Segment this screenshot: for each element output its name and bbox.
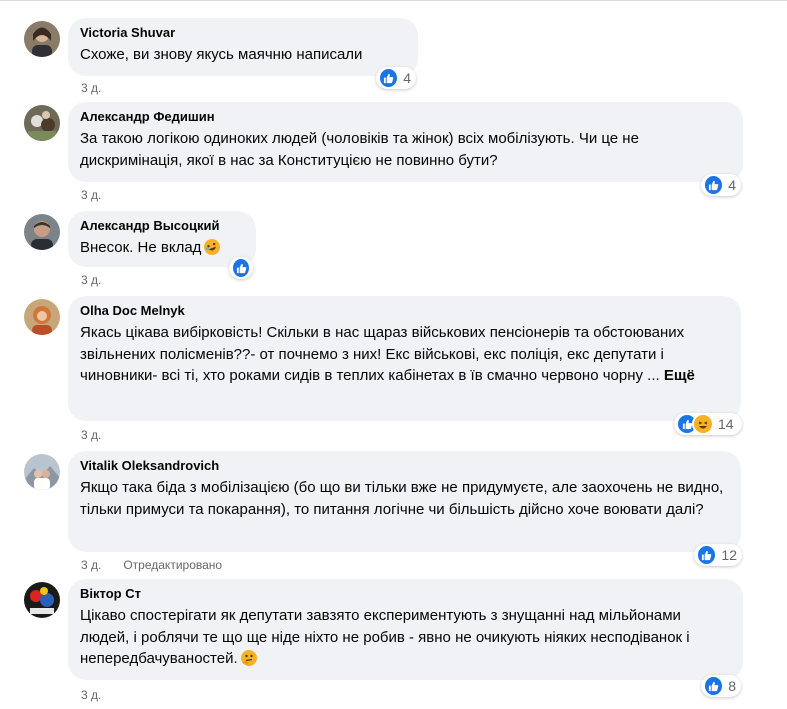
reaction-summary[interactable]: 4 (701, 174, 741, 196)
reaction-summary[interactable]: 4 (376, 67, 416, 89)
comment-author[interactable]: Olha Doc Melnyk (80, 303, 729, 319)
comment-text-content: Цікаво спостерігати як депутати завзято … (80, 607, 690, 667)
comment-time[interactable]: 3 д. (81, 688, 101, 702)
avatar[interactable] (24, 299, 60, 335)
comment-text-content: Внесок. Не вклад (80, 239, 202, 256)
comment-time[interactable]: 3 д. (81, 273, 101, 287)
comment-text: Цікаво спостерігати як депутати завзято … (80, 605, 731, 670)
comment-text-content: Якась цікава вибірковість! Скільки в нас… (80, 324, 685, 384)
comment-time[interactable]: 3 д. (81, 81, 101, 95)
reaction-count: 12 (721, 547, 737, 563)
comment-time[interactable]: 3 д. (81, 428, 101, 442)
comment-text: Якась цікава вибірковість! Скільки в нас… (80, 322, 729, 387)
reaction-summary[interactable]: 8 (701, 675, 741, 697)
like-icon (378, 67, 400, 89)
reaction-count: 14 (718, 416, 734, 432)
comment-bubble: Vitalik Oleksandrovich Якщо така біда з … (68, 451, 741, 552)
reaction-summary[interactable] (229, 257, 253, 279)
comment-meta: 3 д. (81, 428, 101, 442)
comment-text: Якщо така біда з мобілізацією (бо що ви … (80, 479, 724, 518)
avatar[interactable] (24, 105, 60, 141)
reaction-summary[interactable]: 12 (694, 544, 742, 566)
comment-meta: 3 д. (81, 273, 101, 287)
comment-meta: 3 д. Отредактировано (81, 558, 222, 572)
avatar[interactable] (24, 214, 60, 250)
comment-author[interactable]: Vitalik Oleksandrovich (80, 458, 729, 474)
reaction-count: 4 (728, 177, 736, 193)
comment-bubble: Александр Федишин За такою логікою одино… (68, 102, 743, 182)
comment-meta: 3 д. (81, 188, 101, 202)
like-icon (703, 675, 725, 697)
avatar[interactable] (24, 582, 60, 618)
comment-author[interactable]: Александр Федишин (80, 109, 731, 125)
like-icon (696, 544, 718, 566)
haha-icon (692, 413, 714, 435)
like-icon (703, 174, 725, 196)
edited-label[interactable]: Отредактировано (123, 558, 222, 572)
reaction-count: 4 (403, 70, 411, 86)
reaction-count: 8 (728, 678, 736, 694)
comment-author[interactable]: Александр Высоцкий (80, 218, 244, 234)
comment-text: За такою логікою одиноких людей (чоловік… (80, 130, 639, 169)
comment-bubble: Victoria Shuvar Схоже, ви знову якусь ма… (68, 18, 418, 76)
reaction-summary[interactable]: 14 (674, 413, 742, 435)
avatar[interactable] (24, 21, 60, 57)
thinking-emoji (240, 650, 257, 666)
comment-meta: 3 д. (81, 81, 101, 95)
comment-meta: 3 д. (81, 688, 101, 702)
like-icon (231, 257, 251, 279)
comment-author[interactable]: Victoria Shuvar (80, 25, 406, 41)
comment-bubble: Olha Doc Melnyk Якась цікава вибірковіст… (68, 296, 741, 421)
comment-bubble: Віктор Ст Цікаво спостерігати як депутат… (68, 579, 743, 680)
comment-author[interactable]: Віктор Ст (80, 586, 731, 602)
comment-text: Внесок. Не вклад (80, 236, 244, 259)
avatar[interactable] (24, 454, 60, 490)
comment-text: Схоже, ви знову якусь маячню написали (80, 46, 363, 63)
rofl-emoji (202, 236, 223, 258)
comment-time[interactable]: 3 д. (81, 558, 101, 572)
comment-time[interactable]: 3 д. (81, 188, 101, 202)
top-divider (0, 0, 787, 1)
comment-bubble: Александр Высоцкий Внесок. Не вклад (68, 211, 256, 267)
see-more-link[interactable]: Ещё (664, 367, 695, 384)
